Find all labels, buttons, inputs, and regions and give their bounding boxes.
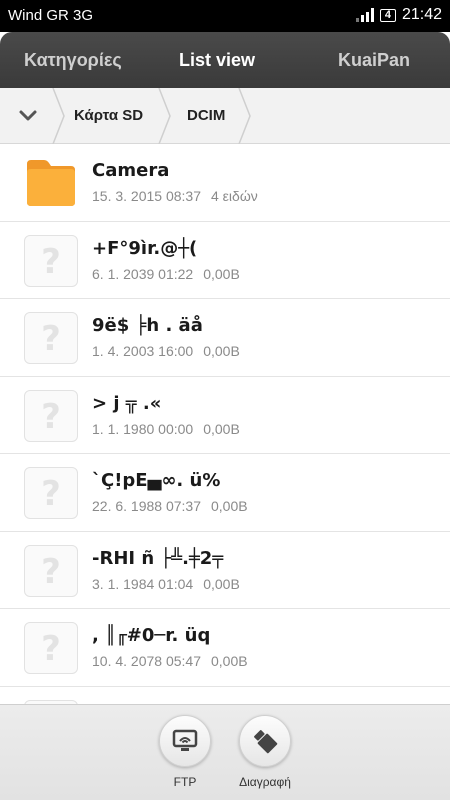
unknown-file-icon: ? — [24, 544, 78, 597]
ftp-icon — [172, 729, 198, 751]
delete-label: Διαγραφή — [239, 775, 291, 789]
unknown-file-icon: ? — [24, 389, 78, 442]
list-item[interactable]: ? `Ç!pE▄∞. ü% 22. 6. 1988 07:37 0,00B — [0, 454, 450, 532]
unknown-file-icon: ? — [24, 622, 78, 674]
status-bar: Wind GR 3G 4 21:42 — [0, 0, 450, 32]
delete-icon — [254, 730, 278, 754]
clock: 21:42 — [401, 6, 442, 23]
file-name: `Ç!pE▄∞. ü% — [92, 470, 221, 491]
breadcrumb: Κάρτα SD DCIM — [0, 88, 450, 144]
file-date: 10. 4. 2078 05:47 — [92, 653, 201, 669]
file-size: 0,00B — [203, 265, 240, 282]
folder-icon — [27, 160, 75, 206]
file-date: 1. 1. 1980 00:00 — [92, 420, 194, 437]
file-date: 1. 4. 2003 16:00 — [92, 343, 194, 359]
delete-button[interactable]: Διαγραφή — [215, 715, 315, 789]
file-size: 0,00B — [211, 498, 248, 514]
tab-kuaipan[interactable]: KuaiPan — [281, 32, 450, 88]
tab-list-view[interactable]: List view — [153, 32, 282, 88]
list-item[interactable]: Camera 15. 3. 2015 08:37 4 ειδών — [0, 144, 450, 222]
list-item[interactable]: ? +F°9ìr.@┼( 6. 1. 2039 01:22 0,00B — [0, 222, 450, 299]
file-size: 0,00B — [211, 653, 248, 669]
bottom-action-bar: FTP Διαγραφή — [0, 704, 450, 800]
tab-bar: Κατηγορίες List view KuaiPan — [0, 32, 450, 88]
unknown-file-icon: ? — [24, 467, 78, 519]
list-item[interactable]: ? > j ╦ .« 1. 1. 1980 00:00 0,00B — [0, 377, 450, 454]
file-name: 9ë$ ╞h . äå — [92, 315, 203, 336]
list-item[interactable]: ? -RHI ñ ├╩.╪2╤ 3. 1. 1984 01:04 0,00B — [0, 532, 450, 609]
file-name: +F°9ìr.@┼( — [92, 237, 198, 259]
list-item-partial[interactable]: ? — [0, 687, 450, 704]
file-date: 22. 6. 1988 07:37 — [92, 498, 201, 514]
file-name: Camera — [92, 160, 170, 181]
file-info: 4 ειδών — [211, 188, 258, 204]
signal-strength-icon — [355, 8, 374, 22]
file-date: 3. 1. 1984 01:04 — [92, 575, 194, 592]
file-name: -RHI ñ ├╩.╪2╤ — [92, 547, 224, 569]
list-item[interactable]: ? 9ë$ ╞h . äå 1. 4. 2003 16:00 0,00B — [0, 299, 450, 377]
breadcrumb-separator — [52, 88, 65, 144]
breadcrumb-separator — [158, 88, 171, 144]
breadcrumb-item-sd-card[interactable]: Κάρτα SD — [74, 88, 143, 144]
file-date: 6. 1. 2039 01:22 — [92, 265, 194, 282]
file-list: Camera 15. 3. 2015 08:37 4 ειδών ? +F°9ìr… — [0, 144, 450, 704]
chevron-down-icon[interactable] — [18, 108, 38, 124]
unknown-file-icon: ? — [24, 234, 78, 287]
carrier-name: Wind GR 3G — [8, 7, 94, 24]
unknown-file-icon: ? — [24, 312, 78, 364]
file-size: 0,00B — [203, 343, 240, 359]
breadcrumb-item-dcim[interactable]: DCIM — [187, 88, 225, 144]
file-date: 15. 3. 2015 08:37 — [92, 188, 201, 204]
file-size: 0,00B — [203, 575, 240, 592]
file-name: , ║╓#0─r. üq — [92, 625, 211, 646]
list-item[interactable]: ? , ║╓#0─r. üq 10. 4. 2078 05:47 0,00B — [0, 609, 450, 687]
battery-icon: 4 — [379, 8, 396, 22]
file-size: 0,00B — [203, 420, 240, 437]
breadcrumb-separator — [238, 88, 251, 144]
file-name: > j ╦ .« — [92, 392, 162, 414]
tab-categories[interactable]: Κατηγορίες — [0, 32, 153, 88]
